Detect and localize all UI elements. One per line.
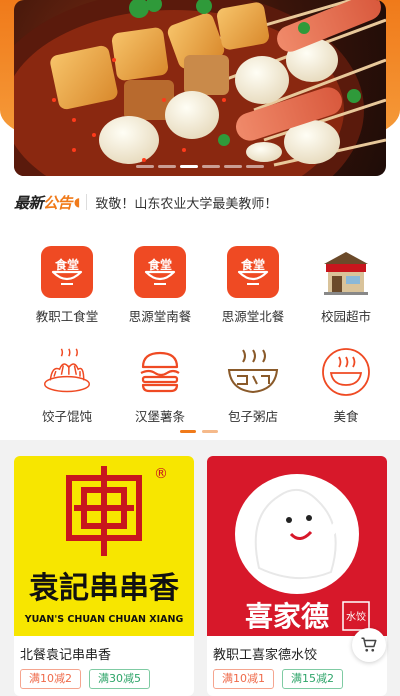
svg-text:水饺: 水饺 — [346, 610, 366, 623]
category-item[interactable]: 食堂 思源堂北餐 — [206, 246, 300, 325]
category-item[interactable]: 饺子馄饨 — [20, 346, 114, 425]
shop-promo-tags: 满10减1 满15减2 — [207, 663, 387, 689]
top-area: 最新公告 ◖ 致敬！山东农业大学最美教师！ 食堂 教职工食堂 食堂 思源堂南餐 食堂 思源… — [0, 0, 400, 440]
category-label: 饺子馄饨 — [41, 409, 92, 424]
banner-carousel[interactable] — [14, 0, 386, 176]
category-item[interactable]: 校园超市 — [299, 246, 393, 325]
shop-name: 北餐袁记串串香 — [20, 648, 112, 663]
dumpling-icon — [41, 346, 93, 398]
porridge-icon — [227, 346, 279, 398]
promo-tag: 满15减2 — [282, 669, 343, 689]
svg-text:YUAN'S CHUAN CHUAN XIANG: YUAN'S CHUAN CHUAN XIANG — [24, 614, 184, 625]
shop-card[interactable]: ® 袁記串串香 YUAN'S CHUAN CHUAN XIANG 北餐袁记串串香… — [14, 456, 194, 696]
category-label: 教职工食堂 — [35, 309, 99, 324]
category-label: 思源堂北餐 — [221, 309, 285, 324]
xijiade-logo: 喜家德 水饺 — [235, 474, 370, 633]
svg-text:食堂: 食堂 — [147, 257, 172, 272]
promo-tag: 满30减5 — [89, 669, 150, 689]
category-label: 汉堡薯条 — [134, 409, 185, 424]
page-indicator-dot — [202, 430, 218, 433]
canteen-icon: 食堂 — [227, 246, 279, 298]
banner-image — [14, 0, 386, 176]
svg-text:喜家德: 喜家德 — [245, 600, 329, 633]
category-label: 校园超市 — [320, 309, 371, 324]
canteen-icon: 食堂 — [41, 246, 93, 298]
banner-dot[interactable] — [158, 165, 176, 168]
notice-divider — [86, 194, 88, 210]
banner-dot[interactable] — [180, 165, 198, 168]
canteen-icon: 食堂 — [134, 246, 186, 298]
shop-promo-tags: 满10减2 满30减5 — [14, 663, 194, 689]
category-item[interactable]: 包子粥店 — [206, 346, 300, 425]
svg-text:袁記串串香: 袁記串串香 — [29, 571, 179, 606]
svg-text:食堂: 食堂 — [240, 257, 265, 272]
category-label: 美食 — [333, 409, 359, 424]
notice-logo-mark: ◖ — [74, 195, 81, 209]
category-grid: 食堂 教职工食堂 食堂 思源堂南餐 食堂 思源堂北餐 校园超市 饺子馄饨 汉堡薯条 包子粥店 美食 — [0, 238, 400, 438]
food-bowl-icon — [320, 346, 372, 398]
promo-tag: 满10减1 — [213, 669, 274, 689]
category-item[interactable]: 汉堡薯条 — [113, 346, 207, 425]
category-item[interactable]: 美食 — [299, 346, 393, 425]
supermarket-icon — [320, 246, 372, 298]
notice-bar[interactable]: 最新公告 ◖ 致敬！山东农业大学最美教师！ — [14, 188, 386, 216]
registered-mark: ® — [154, 466, 168, 482]
category-item[interactable]: 食堂 思源堂南餐 — [113, 246, 207, 325]
svg-text:食堂: 食堂 — [54, 257, 79, 272]
shop-logo-image: ® 袁記串串香 YUAN'S CHUAN CHUAN XIANG — [14, 456, 194, 636]
banner-dots — [14, 165, 386, 168]
shop-logo-image: 喜家德 水饺 — [207, 456, 387, 636]
notice-logo: 最新公告 — [14, 193, 73, 212]
category-label: 包子粥店 — [227, 409, 278, 424]
cart-button[interactable] — [352, 628, 386, 662]
category-page-indicator — [180, 430, 218, 433]
banner-dot[interactable] — [202, 165, 220, 168]
banner-dot[interactable] — [246, 165, 264, 168]
yuanji-logo: ® 袁記串串香 YUAN'S CHUAN CHUAN XIANG — [24, 466, 184, 625]
notice-text[interactable]: 致敬！山东农业大学最美教师！ — [95, 193, 277, 212]
cart-icon — [361, 637, 377, 652]
shop-list: ® 袁記串串香 YUAN'S CHUAN CHUAN XIANG 北餐袁记串串香… — [0, 448, 400, 696]
promo-tag: 满10减2 — [20, 669, 81, 689]
banner-dot[interactable] — [224, 165, 242, 168]
category-item[interactable]: 食堂 教职工食堂 — [20, 246, 114, 325]
page-indicator-dot — [180, 430, 196, 433]
burger-icon — [134, 346, 186, 398]
banner-dot[interactable] — [136, 165, 154, 168]
category-label: 思源堂南餐 — [128, 309, 192, 324]
